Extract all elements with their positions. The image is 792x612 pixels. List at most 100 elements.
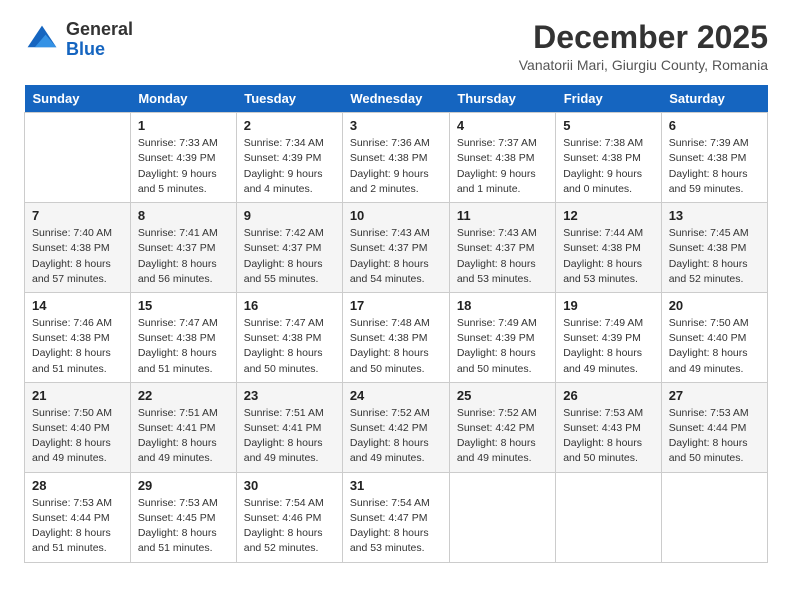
header-row: SundayMondayTuesdayWednesdayThursdayFrid… (25, 85, 768, 113)
day-number: 2 (244, 118, 335, 133)
day-info: Sunrise: 7:39 AM Sunset: 4:38 PM Dayligh… (669, 136, 760, 197)
day-number: 3 (350, 118, 442, 133)
day-number: 21 (32, 388, 123, 403)
day-info: Sunrise: 7:49 AM Sunset: 4:39 PM Dayligh… (563, 316, 653, 377)
day-number: 11 (457, 208, 548, 223)
day-cell: 17 Sunrise: 7:48 AM Sunset: 4:38 PM Dayli… (342, 292, 449, 382)
day-cell: 27Sunrise: 7:53 AM Sunset: 4:44 PM Dayli… (661, 382, 767, 472)
day-cell: 30 Sunrise: 7:54 AM Sunset: 4:46 PM Dayli… (236, 472, 342, 562)
page-header: General Blue December 2025 Vanatorii Mar… (24, 20, 768, 73)
day-cell: 8 Sunrise: 7:41 AM Sunset: 4:37 PM Daylig… (130, 203, 236, 293)
day-number: 24 (350, 388, 442, 403)
day-cell: 31 Sunrise: 7:54 AM Sunset: 4:47 PM Dayli… (342, 472, 449, 562)
col-header-thursday: Thursday (449, 85, 555, 113)
day-number: 10 (350, 208, 442, 223)
day-cell: 23 Sunrise: 7:51 AM Sunset: 4:41 PM Dayli… (236, 382, 342, 472)
day-number: 13 (669, 208, 760, 223)
day-info: Sunrise: 7:54 AM Sunset: 4:47 PM Dayligh… (350, 496, 442, 557)
day-number: 30 (244, 478, 335, 493)
day-cell: 5Sunrise: 7:38 AM Sunset: 4:38 PM Daylig… (556, 113, 661, 203)
day-cell (25, 113, 131, 203)
day-cell: 26Sunrise: 7:53 AM Sunset: 4:43 PM Dayli… (556, 382, 661, 472)
title-block: December 2025 Vanatorii Mari, Giurgiu Co… (519, 20, 768, 73)
day-cell: 24 Sunrise: 7:52 AM Sunset: 4:42 PM Dayli… (342, 382, 449, 472)
day-cell: 12 Sunrise: 7:44 AM Sunset: 4:38 PM Dayli… (556, 203, 661, 293)
day-info: Sunrise: 7:43 AM Sunset: 4:37 PM Dayligh… (457, 226, 548, 287)
day-info: Sunrise: 7:36 AM Sunset: 4:38 PM Dayligh… (350, 136, 442, 197)
day-cell: 25 Sunrise: 7:52 AM Sunset: 4:42 PM Dayli… (449, 382, 555, 472)
day-number: 16 (244, 298, 335, 313)
week-row-2: 7 Sunrise: 7:40 AM Sunset: 4:38 PM Daylig… (25, 203, 768, 293)
month-title: December 2025 (519, 20, 768, 55)
day-cell: 6Sunrise: 7:39 AM Sunset: 4:38 PM Daylig… (661, 113, 767, 203)
week-row-5: 28Sunrise: 7:53 AM Sunset: 4:44 PM Dayli… (25, 472, 768, 562)
day-info: Sunrise: 7:54 AM Sunset: 4:46 PM Dayligh… (244, 496, 335, 557)
calendar-table: SundayMondayTuesdayWednesdayThursdayFrid… (24, 85, 768, 562)
day-info: Sunrise: 7:47 AM Sunset: 4:38 PM Dayligh… (244, 316, 335, 377)
day-cell: 16 Sunrise: 7:47 AM Sunset: 4:38 PM Dayli… (236, 292, 342, 382)
day-number: 14 (32, 298, 123, 313)
day-cell: 11 Sunrise: 7:43 AM Sunset: 4:37 PM Dayli… (449, 203, 555, 293)
day-number: 5 (563, 118, 653, 133)
col-header-tuesday: Tuesday (236, 85, 342, 113)
day-cell: 18 Sunrise: 7:49 AM Sunset: 4:39 PM Dayli… (449, 292, 555, 382)
day-cell: 4Sunrise: 7:37 AM Sunset: 4:38 PM Daylig… (449, 113, 555, 203)
calendar-body: 1 Sunrise: 7:33 AM Sunset: 4:39 PM Daylig… (25, 113, 768, 562)
day-info: Sunrise: 7:47 AM Sunset: 4:38 PM Dayligh… (138, 316, 229, 377)
day-info: Sunrise: 7:53 AM Sunset: 4:44 PM Dayligh… (32, 496, 123, 557)
day-number: 12 (563, 208, 653, 223)
day-number: 22 (138, 388, 229, 403)
day-cell: 13 Sunrise: 7:45 AM Sunset: 4:38 PM Dayli… (661, 203, 767, 293)
col-header-sunday: Sunday (25, 85, 131, 113)
day-number: 8 (138, 208, 229, 223)
day-cell (661, 472, 767, 562)
col-header-monday: Monday (130, 85, 236, 113)
day-info: Sunrise: 7:41 AM Sunset: 4:37 PM Dayligh… (138, 226, 229, 287)
day-number: 23 (244, 388, 335, 403)
week-row-4: 21 Sunrise: 7:50 AM Sunset: 4:40 PM Dayli… (25, 382, 768, 472)
day-info: Sunrise: 7:45 AM Sunset: 4:38 PM Dayligh… (669, 226, 760, 287)
day-cell (556, 472, 661, 562)
col-header-friday: Friday (556, 85, 661, 113)
day-number: 18 (457, 298, 548, 313)
day-info: Sunrise: 7:40 AM Sunset: 4:38 PM Dayligh… (32, 226, 123, 287)
day-number: 17 (350, 298, 442, 313)
week-row-1: 1 Sunrise: 7:33 AM Sunset: 4:39 PM Daylig… (25, 113, 768, 203)
day-info: Sunrise: 7:53 AM Sunset: 4:43 PM Dayligh… (563, 406, 653, 467)
day-info: Sunrise: 7:53 AM Sunset: 4:45 PM Dayligh… (138, 496, 229, 557)
day-number: 31 (350, 478, 442, 493)
location-subtitle: Vanatorii Mari, Giurgiu County, Romania (519, 57, 768, 73)
day-info: Sunrise: 7:51 AM Sunset: 4:41 PM Dayligh… (138, 406, 229, 467)
day-info: Sunrise: 7:33 AM Sunset: 4:39 PM Dayligh… (138, 136, 229, 197)
day-cell: 19 Sunrise: 7:49 AM Sunset: 4:39 PM Dayli… (556, 292, 661, 382)
day-cell: 15Sunrise: 7:47 AM Sunset: 4:38 PM Dayli… (130, 292, 236, 382)
day-info: Sunrise: 7:46 AM Sunset: 4:38 PM Dayligh… (32, 316, 123, 377)
day-info: Sunrise: 7:34 AM Sunset: 4:39 PM Dayligh… (244, 136, 335, 197)
day-info: Sunrise: 7:48 AM Sunset: 4:38 PM Dayligh… (350, 316, 442, 377)
day-info: Sunrise: 7:44 AM Sunset: 4:38 PM Dayligh… (563, 226, 653, 287)
day-cell: 21 Sunrise: 7:50 AM Sunset: 4:40 PM Dayli… (25, 382, 131, 472)
day-number: 1 (138, 118, 229, 133)
day-info: Sunrise: 7:50 AM Sunset: 4:40 PM Dayligh… (669, 316, 760, 377)
day-info: Sunrise: 7:42 AM Sunset: 4:37 PM Dayligh… (244, 226, 335, 287)
logo-icon (24, 22, 60, 58)
day-cell: 28Sunrise: 7:53 AM Sunset: 4:44 PM Dayli… (25, 472, 131, 562)
calendar-header: SundayMondayTuesdayWednesdayThursdayFrid… (25, 85, 768, 113)
day-info: Sunrise: 7:52 AM Sunset: 4:42 PM Dayligh… (350, 406, 442, 467)
col-header-wednesday: Wednesday (342, 85, 449, 113)
day-info: Sunrise: 7:52 AM Sunset: 4:42 PM Dayligh… (457, 406, 548, 467)
day-number: 27 (669, 388, 760, 403)
day-number: 29 (138, 478, 229, 493)
day-number: 25 (457, 388, 548, 403)
day-cell: 29 Sunrise: 7:53 AM Sunset: 4:45 PM Dayli… (130, 472, 236, 562)
day-number: 19 (563, 298, 653, 313)
day-info: Sunrise: 7:51 AM Sunset: 4:41 PM Dayligh… (244, 406, 335, 467)
day-info: Sunrise: 7:49 AM Sunset: 4:39 PM Dayligh… (457, 316, 548, 377)
day-number: 7 (32, 208, 123, 223)
day-cell: 1 Sunrise: 7:33 AM Sunset: 4:39 PM Daylig… (130, 113, 236, 203)
logo-text: General Blue (66, 20, 133, 60)
day-number: 20 (669, 298, 760, 313)
day-cell (449, 472, 555, 562)
day-info: Sunrise: 7:50 AM Sunset: 4:40 PM Dayligh… (32, 406, 123, 467)
day-cell: 22 Sunrise: 7:51 AM Sunset: 4:41 PM Dayli… (130, 382, 236, 472)
